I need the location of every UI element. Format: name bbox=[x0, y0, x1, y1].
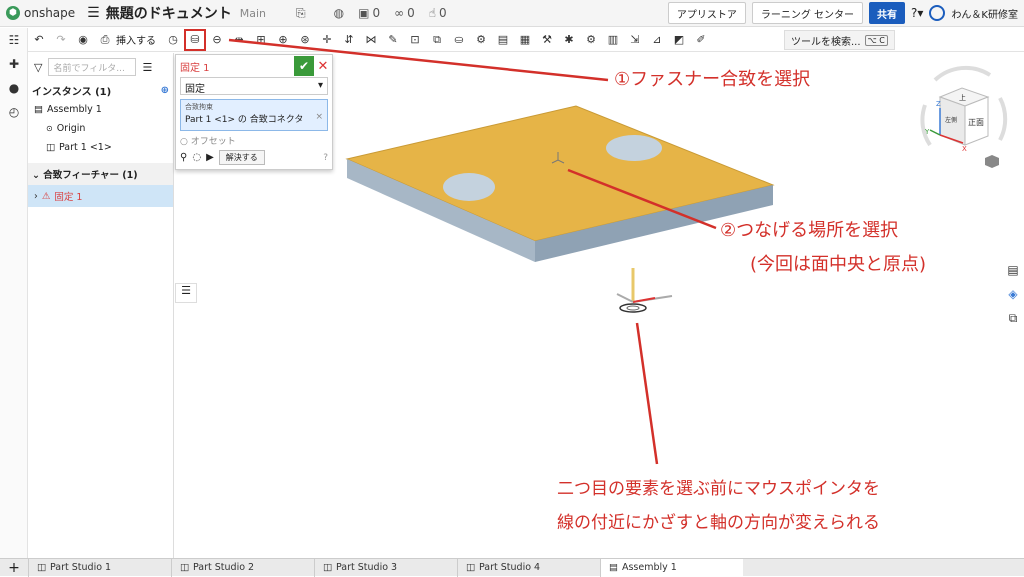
axis-z-label: Z bbox=[936, 100, 941, 108]
bom-icon[interactable]: ▤ bbox=[1002, 258, 1024, 282]
appearance-panel-icon[interactable]: ◈ bbox=[1002, 282, 1024, 306]
hole-left[interactable] bbox=[443, 173, 495, 201]
add-tab-icon[interactable]: + bbox=[0, 560, 28, 576]
connector-ring-outer[interactable] bbox=[619, 303, 647, 313]
axis-x-label: X bbox=[962, 145, 967, 153]
axis-y-label: Y bbox=[924, 128, 930, 136]
part-studio-icon: ◫ bbox=[323, 562, 332, 573]
tab-part-studio-4[interactable]: ◫ Part Studio 4 bbox=[457, 558, 600, 577]
view-options-icon[interactable] bbox=[985, 155, 999, 168]
annotation-2-line-2: (今回は面中央と原点) bbox=[750, 254, 927, 275]
tab-part-studio-2[interactable]: ◫ Part Studio 2 bbox=[171, 558, 314, 577]
cube-left-label: 左側 bbox=[945, 116, 957, 124]
cube-top-label: 上 bbox=[959, 93, 966, 102]
connector-ring-inner[interactable] bbox=[626, 305, 640, 311]
view-rotate-arc-right[interactable] bbox=[998, 97, 1008, 141]
right-rail: ▤ ◈ ⧉ bbox=[1002, 258, 1024, 330]
hole-right[interactable] bbox=[606, 135, 662, 161]
axis-y-line bbox=[929, 129, 941, 136]
view-rotate-arc-left[interactable] bbox=[920, 104, 932, 147]
annotation-1: ①ファスナー合致を選択 bbox=[614, 69, 811, 90]
tab-part-studio-1[interactable]: ◫ Part Studio 1 bbox=[28, 558, 171, 577]
plate-part[interactable] bbox=[345, 105, 775, 262]
tab-bar: + ◫ Part Studio 1 ◫ Part Studio 2 ◫ Part St… bbox=[0, 558, 1024, 577]
configurations-icon[interactable]: ⧉ bbox=[1002, 306, 1024, 330]
origin-mate-connector[interactable] bbox=[616, 268, 673, 313]
tab-part-studio-3[interactable]: ◫ Part Studio 3 bbox=[314, 558, 457, 577]
cube-front-label: 正面 bbox=[968, 118, 984, 127]
connector-y-axis[interactable] bbox=[616, 293, 634, 303]
annotation-lines bbox=[228, 38, 717, 465]
annotation-line-1 bbox=[228, 38, 609, 82]
plate-top-face[interactable] bbox=[345, 105, 775, 242]
view-cube[interactable]: 上 左側 正面 Z Y X bbox=[920, 65, 1008, 168]
tab-assembly-1[interactable]: ▤ Assembly 1 bbox=[600, 558, 743, 577]
part-studio-icon: ◫ bbox=[180, 562, 189, 573]
annotation-3-line-2: 線の付近にかざすと軸の方向が変えられる bbox=[557, 513, 880, 533]
view-rotate-arc-top[interactable] bbox=[933, 65, 992, 82]
annotation-3-line-1: 二つ目の要素を選ぶ前にマウスポインタを bbox=[557, 479, 880, 499]
part-studio-icon: ◫ bbox=[466, 562, 475, 573]
part-studio-icon: ◫ bbox=[37, 562, 46, 573]
annotation-2-line-1: ②つなげる場所を選択 bbox=[720, 220, 899, 241]
list-toggle-icon[interactable]: ☰ bbox=[175, 283, 197, 303]
annotation-line-3 bbox=[635, 322, 659, 465]
assembly-tab-icon: ▤ bbox=[609, 562, 618, 573]
